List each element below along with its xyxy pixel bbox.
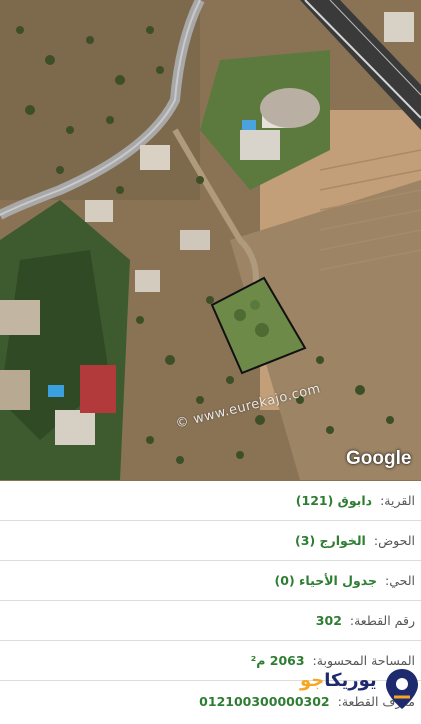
basin-row: الحوض: الخوارج (3) [0, 521, 421, 561]
basin-label: الحوض: [373, 533, 415, 548]
brand-name-main: يوريكا [324, 670, 377, 691]
village-value: دابوق (121) [295, 493, 373, 508]
satellite-map[interactable]: © www.eurekajo.com Google [0, 0, 421, 481]
plot-number-label: رقم القطعة: [349, 613, 415, 628]
plot-number-value: 302 [315, 613, 342, 628]
plot-number-row: رقم القطعة: 302 [0, 601, 421, 641]
district-label: الحي: [385, 573, 415, 588]
brand-name-accent: جو [300, 670, 325, 691]
brand-name: يوريكاجو [300, 670, 377, 691]
basin-value: الخوارج (3) [295, 533, 366, 548]
district-value: جدول الأحياء (0) [274, 573, 378, 588]
village-label: القرية: [380, 493, 415, 508]
village-row: القرية: دابوق (121) [0, 481, 421, 521]
parcel-id-value: 012100300000302 [199, 693, 330, 709]
google-logo: Google [346, 448, 412, 469]
district-row: الحي: جدول الأحياء (0) [0, 561, 421, 601]
area-value: 2063 م² [250, 653, 305, 668]
